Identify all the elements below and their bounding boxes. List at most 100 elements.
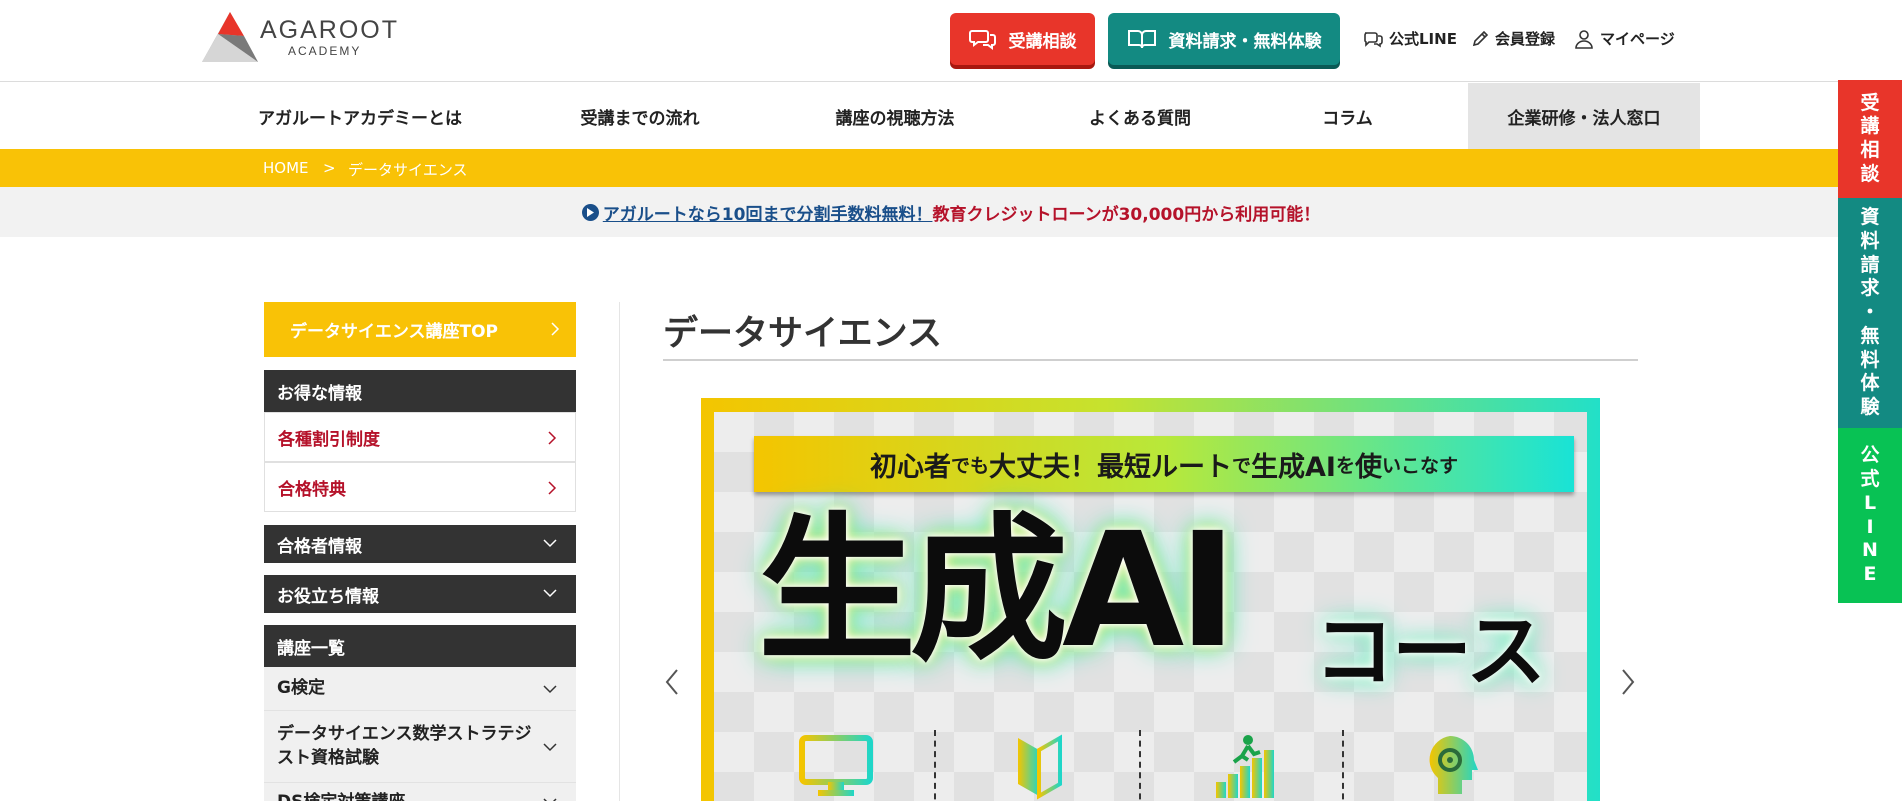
global-nav: アガルートアカデミーとは 受講までの流れ 講座の視聴方法 よくある質問 コラム … — [0, 83, 1902, 149]
tab-char: 料 — [1860, 229, 1880, 252]
sidebar-heading-passers-label: 合格者情報 — [277, 536, 362, 557]
sidebar-course-ds-math[interactable]: データサイエンス数学ストラテジスト資格試験 — [264, 711, 576, 783]
tab-char: 求 — [1860, 277, 1880, 300]
consult-button-label: 受講相談 — [1008, 31, 1077, 52]
chat-icon — [1364, 31, 1383, 47]
tagline-part: を — [1335, 454, 1355, 477]
banner-inner: 初心者 でも 大丈夫！最短ルートで生成AI を使いこなす 生成AI コース — [714, 412, 1587, 801]
chevron-right-icon — [551, 322, 560, 336]
tab-char: ・ — [1860, 301, 1880, 324]
breadcrumb-separator: > — [323, 159, 336, 177]
tab-char: 料 — [1860, 348, 1880, 371]
mypage-link-label: マイページ — [1600, 30, 1675, 48]
divider-dots — [1342, 730, 1344, 801]
breadcrumb-current: データサイエンス — [348, 161, 468, 179]
tab-char: 談 — [1860, 162, 1880, 185]
banner-title-sub: コース — [1314, 605, 1546, 698]
side-tab-request[interactable]: 資 料 請 求 ・ 無 料 体 験 — [1838, 198, 1902, 428]
mypage-link[interactable]: マイページ — [1574, 28, 1675, 49]
tagline-part: いこなす — [1381, 454, 1458, 477]
sidebar-heading-useful[interactable]: お役立ち情報 — [264, 575, 576, 613]
nav-item-faq[interactable]: よくある質問 — [1020, 83, 1260, 149]
divider-dots — [1139, 730, 1141, 801]
tab-char: L — [1863, 491, 1877, 514]
banner-title: 生成AI — [758, 499, 1237, 683]
request-materials-button[interactable]: 資料請求・無料体験 — [1108, 13, 1340, 65]
chevron-right-icon — [548, 481, 557, 495]
installment-link[interactable]: アガルートなら10回まで分割手数料無料！ — [603, 200, 933, 225]
breadcrumb: HOME > データサイエンス — [0, 149, 1902, 187]
register-link-label: 会員登録 — [1495, 30, 1556, 48]
tagline-part: 大丈夫！最短ルート — [989, 451, 1232, 483]
tab-char: 受 — [1860, 91, 1880, 114]
side-tab-line[interactable]: 公 式 L I N E — [1838, 428, 1902, 603]
sidebar-course-ds-kentei[interactable]: DS検定対策講座 — [264, 783, 576, 801]
tab-char: E — [1863, 563, 1877, 585]
sidebar-course-label: データサイエンス数学ストラテジスト資格試験 — [277, 723, 532, 768]
tab-char: 公 — [1860, 444, 1880, 467]
chevron-down-icon — [543, 589, 557, 598]
tab-char: 体 — [1860, 372, 1880, 395]
pencil-icon — [1472, 30, 1489, 46]
tab-char: 相 — [1860, 139, 1880, 161]
sidebar-top-button[interactable]: データサイエンス講座TOP — [264, 302, 576, 357]
tagline-part: 生成AI — [1251, 451, 1336, 483]
agaroot-logo[interactable]: AGAROOT ACADEMY — [200, 10, 405, 66]
nav-item-about[interactable]: アガルートアカデミーとは — [200, 83, 520, 149]
sidebar-top-label: データサイエンス講座TOP — [290, 322, 498, 342]
carousel-next-icon[interactable] — [1620, 668, 1636, 696]
head-gear-icon — [1429, 736, 1478, 794]
tab-char: I — [1866, 515, 1874, 538]
nav-item-viewing[interactable]: 講座の視聴方法 — [775, 83, 1015, 149]
nav-item-corporate[interactable]: 企業研修・法人窓口 — [1468, 83, 1700, 149]
sidebar-item-pass-bonus[interactable]: 合格特典 — [264, 462, 576, 512]
sidebar-course-label: DS検定対策講座 — [277, 791, 405, 801]
register-link[interactable]: 会員登録 — [1471, 28, 1555, 49]
tab-char: 無 — [1860, 324, 1880, 347]
tab-char: 験 — [1860, 396, 1880, 419]
sidebar-item-pass-bonus-label: 合格特典 — [278, 479, 346, 500]
sidebar-heading-deals: お得な情報 — [264, 370, 576, 412]
sidebar-item-discounts[interactable]: 各種割引制度 — [264, 412, 576, 462]
side-tab-consult[interactable]: 受 講 相 談 — [1838, 80, 1902, 198]
chevron-down-icon — [543, 685, 557, 694]
line-link-label: 公式LINE — [1389, 30, 1457, 48]
breadcrumb-home[interactable]: HOME — [263, 159, 309, 177]
sidebar-heading-deals-label: お得な情報 — [277, 383, 362, 404]
tab-char: 資 — [1860, 206, 1880, 229]
sidebar-course-g-kentei[interactable]: G検定 — [264, 667, 576, 711]
carousel-prev-icon[interactable] — [664, 668, 680, 696]
chevron-right-icon — [548, 431, 557, 445]
chevron-down-icon — [543, 743, 557, 752]
loan-notice-text: 教育クレジットローンが30,000円から利用可能！ — [932, 204, 1321, 225]
tagline-part: で — [1232, 454, 1252, 477]
line-link[interactable]: 公式LINE — [1363, 28, 1457, 49]
tab-char: N — [1862, 539, 1878, 562]
divider-dots — [934, 730, 936, 801]
sidebar-course-label: G検定 — [277, 677, 325, 698]
consult-button[interactable]: 受講相談 — [950, 13, 1095, 65]
user-icon — [1575, 29, 1593, 49]
site-header: AGAROOT ACADEMY 受講相談 資料請求・無料体験 公式LINE 会員… — [0, 0, 1902, 82]
open-book-icon — [1127, 30, 1156, 49]
tagline-part: 初心者 — [869, 451, 951, 483]
course-banner[interactable]: 初心者 でも 大丈夫！最短ルートで生成AI を使いこなす 生成AI コース — [701, 398, 1600, 801]
sidebar-heading-courses: 講座一覧 — [264, 625, 576, 667]
sidebar-heading-courses-label: 講座一覧 — [277, 638, 345, 659]
nav-item-flow[interactable]: 受講までの流れ — [520, 83, 760, 149]
stairs-runner-icon — [1216, 735, 1274, 798]
tab-char: 式 — [1860, 468, 1880, 490]
chevron-down-icon — [543, 798, 557, 801]
tab-char: 講 — [1860, 115, 1880, 138]
chat-bubbles-icon — [968, 30, 996, 50]
logo-triangle-icon — [202, 12, 258, 62]
logo-text: AGAROOT — [260, 16, 400, 44]
beginner-mark-icon — [1018, 734, 1062, 800]
nav-item-column[interactable]: コラム — [1260, 83, 1435, 149]
sidebar-heading-passers[interactable]: 合格者情報 — [264, 525, 576, 563]
play-circle-icon — [581, 203, 599, 221]
notice-bar: アガルートなら10回まで分割手数料無料！ 教育クレジットローンが30,000円か… — [0, 187, 1902, 237]
page-title: データサイエンス — [663, 314, 942, 354]
sidebar-heading-useful-label: お役立ち情報 — [277, 586, 379, 607]
request-materials-label: 資料請求・無料体験 — [1168, 31, 1322, 52]
